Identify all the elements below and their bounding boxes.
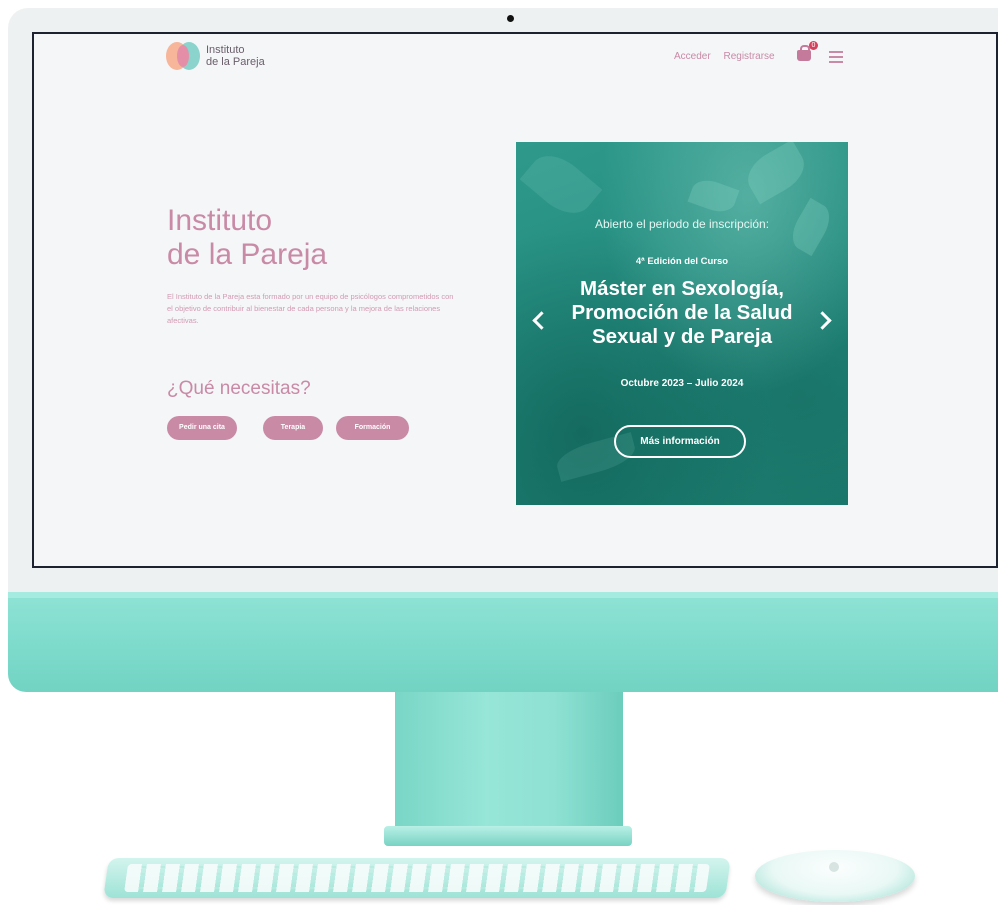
therapy-button[interactable]: Terapia [263,416,323,440]
promo-title-line-2: Promoción de la Salud [571,301,793,324]
leaf-decoration [687,175,740,217]
website-screen: Instituto de la Pareja Acceder Registrar… [32,32,998,568]
mouse [755,850,915,902]
site-logo[interactable]: Instituto de la Pareja [166,42,265,70]
hero-title: Instituto de la Pareja [167,204,327,272]
keyboard [103,858,731,898]
header-nav: Acceder Registrarse [674,51,785,62]
login-link[interactable]: Acceder [674,51,711,62]
hero-description: El Instituto de la Pareja esta formado p… [167,292,454,325]
book-appointment-button[interactable]: Pedir una cita [167,416,237,440]
monitor-stand [395,692,623,827]
apple-logo-icon [829,862,839,872]
hamburger-menu-icon[interactable] [829,51,843,63]
keyboard-keys [124,864,710,892]
hero-title-line-1: Instituto [167,204,273,237]
chin-highlight [8,592,998,598]
camera-icon [507,15,514,22]
monitor-chin [8,592,998,692]
more-info-button[interactable]: Más información [614,425,746,458]
promo-dates: Octubre 2023 – Julio 2024 [620,378,744,389]
promo-subtitle: Abierto el periodo de inscripción: [594,217,770,231]
hero-title-line-2: de la Pareja [167,238,328,271]
stand-foot [384,826,632,846]
leaf-decoration [740,142,812,205]
shopping-bag-icon[interactable] [797,45,811,61]
promo-title-line-3: Sexual y de Pareja [591,325,773,348]
promo-title-line-1: Máster en Sexología, [580,277,784,300]
register-link[interactable]: Registrarse [723,51,774,62]
logo-line-1: Instituto [206,44,245,56]
promo-title: Máster en Sexología, Promoción de la Sal… [516,277,848,349]
training-button[interactable]: Formación [336,416,409,440]
cart-count-badge: 0 [809,41,818,50]
logo-text: Instituto de la Pareja [206,44,265,68]
logo-icon [166,42,200,70]
promo-slider[interactable]: Abierto el periodo de inscripción: 4ª Ed… [516,142,848,505]
needs-heading: ¿Qué necesitas? [167,378,311,399]
promo-edition: 4ª Edición del Curso [635,256,729,267]
logo-line-2: de la Pareja [206,56,265,68]
leaf-decoration [519,144,603,225]
